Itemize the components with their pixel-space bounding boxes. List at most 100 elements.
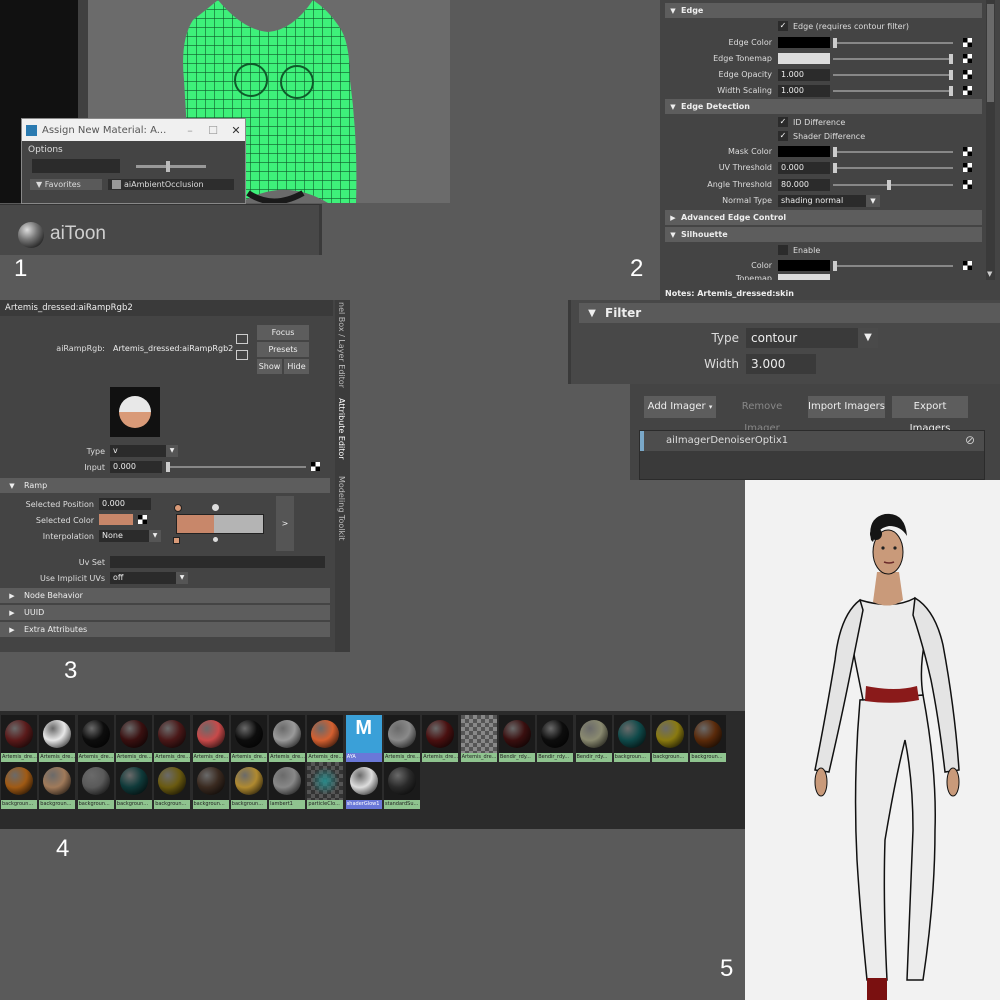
search-field[interactable] bbox=[32, 159, 120, 173]
material-swatch[interactable]: Artemis_dre... bbox=[77, 715, 114, 762]
ramp-gradient[interactable] bbox=[176, 514, 264, 534]
material-swatch[interactable]: Artemis_dre... bbox=[269, 715, 306, 762]
node-name-field[interactable]: Artemis_dressed:aiRampRgb2 bbox=[110, 343, 233, 355]
selected-color-swatch[interactable] bbox=[99, 514, 133, 525]
scroll-down-arrow-icon[interactable]: ▼ bbox=[987, 270, 992, 278]
material-swatch[interactable]: lambert1 bbox=[269, 762, 306, 809]
options-menu[interactable]: Options bbox=[22, 141, 245, 159]
advanced-edge-header[interactable]: ▶ Advanced Edge Control bbox=[665, 210, 982, 225]
edge-color-slider[interactable] bbox=[833, 38, 953, 48]
edge-color-swatch[interactable] bbox=[778, 37, 830, 48]
side-tab-attribute-editor[interactable]: Attribute Editor bbox=[337, 398, 346, 460]
import-imagers-button[interactable]: Import Imagers bbox=[808, 396, 885, 418]
ramp-handle-white[interactable] bbox=[212, 504, 219, 511]
uv-threshold-field[interactable]: 0.000 bbox=[778, 162, 830, 174]
material-swatch[interactable]: backgroun... bbox=[613, 715, 650, 762]
use-implicit-uvs-dropdown[interactable]: off ▼ bbox=[110, 572, 188, 584]
type-dropdown[interactable]: v ▼ bbox=[110, 445, 178, 457]
silhouette-header[interactable]: ▼ Silhouette bbox=[665, 227, 982, 242]
map-button-icon[interactable] bbox=[138, 515, 147, 524]
input-field[interactable]: 0.000 bbox=[110, 461, 162, 473]
material-swatch[interactable]: Bendir_rdy... bbox=[537, 715, 574, 762]
edge-checkbox[interactable]: ✓ Edge (requires contour filter) bbox=[778, 21, 909, 31]
ramp-handle-orange[interactable] bbox=[174, 504, 182, 512]
ramp-widget[interactable] bbox=[170, 500, 270, 544]
map-button-icon[interactable] bbox=[963, 261, 972, 270]
edge-opacity-slider[interactable] bbox=[833, 70, 953, 80]
material-swatch[interactable]: Artemis_dre... bbox=[192, 715, 229, 762]
icon-size-slider[interactable] bbox=[136, 160, 206, 172]
material-swatch[interactable]: Artemis_dre... bbox=[422, 715, 459, 762]
focus-input-icon[interactable] bbox=[236, 334, 248, 344]
mask-color-swatch[interactable] bbox=[778, 146, 830, 157]
remove-imager-button[interactable]: Remove Imager bbox=[724, 396, 800, 434]
material-swatch[interactable]: backgroun... bbox=[154, 762, 191, 809]
scrollbar[interactable]: ▼ bbox=[986, 0, 995, 280]
material-swatch[interactable]: backgroun... bbox=[652, 715, 689, 762]
presets-button[interactable]: Presets bbox=[257, 342, 309, 357]
uv-set-field[interactable] bbox=[110, 556, 325, 568]
ramp-preview-swatch[interactable] bbox=[110, 387, 160, 437]
map-button-icon[interactable] bbox=[963, 180, 972, 189]
map-button-icon[interactable] bbox=[963, 86, 972, 95]
material-swatch[interactable]: Artemis_dre... bbox=[307, 715, 344, 762]
edge-opacity-field[interactable]: 1.000 bbox=[778, 69, 830, 81]
material-swatch[interactable]: Artemis_dre... bbox=[39, 715, 76, 762]
material-swatch[interactable]: backgroun... bbox=[230, 762, 267, 809]
angle-threshold-field[interactable]: 80.000 bbox=[778, 179, 830, 191]
node-tab[interactable]: Artemis_dressed:aiRampRgb2 bbox=[0, 300, 333, 316]
silhouette-tonemap-swatch[interactable] bbox=[778, 274, 830, 280]
side-tab-channel-box[interactable]: nel Box / Layer Editor bbox=[337, 302, 346, 388]
material-list-item[interactable]: aiAmbientOcclusion bbox=[108, 179, 234, 190]
edge-tonemap-slider[interactable] bbox=[833, 54, 953, 64]
width-scaling-slider[interactable] bbox=[833, 86, 953, 96]
imager-list-item[interactable]: aiImagerDenoiserOptix1 bbox=[640, 431, 984, 451]
map-button-icon[interactable] bbox=[963, 70, 972, 79]
material-swatch[interactable]: Artemis_dre... bbox=[384, 715, 420, 762]
favorites-tab[interactable]: ▼ Favorites bbox=[30, 179, 102, 190]
shader-difference-checkbox[interactable]: ✓ Shader Difference bbox=[778, 131, 865, 141]
enable-checkbox[interactable]: Enable bbox=[778, 245, 820, 255]
input-slider[interactable] bbox=[166, 462, 306, 472]
material-swatch[interactable]: Artemis_dre... bbox=[1, 715, 37, 762]
interpolation-dropdown[interactable]: None ▼ bbox=[99, 530, 161, 542]
material-swatch[interactable]: backgroun... bbox=[77, 762, 114, 809]
filter-section-header[interactable]: ▼ Filter bbox=[579, 303, 1000, 323]
material-swatch[interactable]: Artemis_dre... bbox=[115, 715, 152, 762]
map-button-icon[interactable] bbox=[311, 462, 320, 471]
material-swatch[interactable]: backgroun... bbox=[192, 762, 229, 809]
ramp-section-header[interactable]: ▼ Ramp bbox=[0, 478, 330, 493]
ramp-delete-icon[interactable] bbox=[173, 537, 180, 544]
material-swatch[interactable]: Artemis_dre... bbox=[230, 715, 267, 762]
material-swatch[interactable]: standardSu... bbox=[384, 762, 420, 809]
map-button-icon[interactable] bbox=[963, 54, 972, 63]
show-button[interactable]: Show bbox=[257, 359, 282, 374]
export-imagers-button[interactable]: Export Imagers bbox=[892, 396, 968, 434]
edge-section-header[interactable]: ▼ Edge bbox=[665, 3, 982, 18]
node-behavior-header[interactable]: ▶ Node Behavior bbox=[0, 588, 330, 603]
angle-threshold-slider[interactable] bbox=[833, 180, 953, 190]
material-swatch[interactable]: particleClo... bbox=[307, 762, 344, 809]
aitoon-material-bar[interactable]: aiToon bbox=[0, 204, 322, 255]
map-button-icon[interactable] bbox=[963, 163, 972, 172]
edge-tonemap-swatch[interactable] bbox=[778, 53, 830, 64]
minimize-icon[interactable]: – bbox=[181, 124, 199, 137]
extra-attributes-header[interactable]: ▶ Extra Attributes bbox=[0, 622, 330, 637]
map-button-icon[interactable] bbox=[963, 38, 972, 47]
filter-width-field[interactable]: 3.000 bbox=[746, 354, 816, 374]
normal-type-dropdown[interactable]: shading normal ▼ bbox=[778, 195, 880, 207]
material-swatch[interactable]: backgroun... bbox=[1, 762, 37, 809]
uuid-header[interactable]: ▶ UUID bbox=[0, 605, 330, 620]
hide-button[interactable]: Hide bbox=[284, 359, 309, 374]
material-swatch[interactable]: backgroun... bbox=[39, 762, 76, 809]
material-swatch[interactable]: Bendir_rdy... bbox=[575, 715, 612, 762]
disable-icon[interactable]: ⊘ bbox=[965, 433, 975, 447]
silhouette-color-slider[interactable] bbox=[833, 261, 953, 271]
filter-type-dropdown[interactable]: contour ▼ bbox=[746, 328, 878, 348]
material-swatch[interactable]: M AYA bbox=[345, 715, 382, 762]
material-swatch[interactable]: backgroun... bbox=[115, 762, 152, 809]
mask-color-slider[interactable] bbox=[833, 147, 953, 157]
uv-threshold-slider[interactable] bbox=[833, 163, 953, 173]
material-swatch[interactable]: Artemis_dre... bbox=[154, 715, 191, 762]
id-difference-checkbox[interactable]: ✓ ID Difference bbox=[778, 117, 845, 127]
